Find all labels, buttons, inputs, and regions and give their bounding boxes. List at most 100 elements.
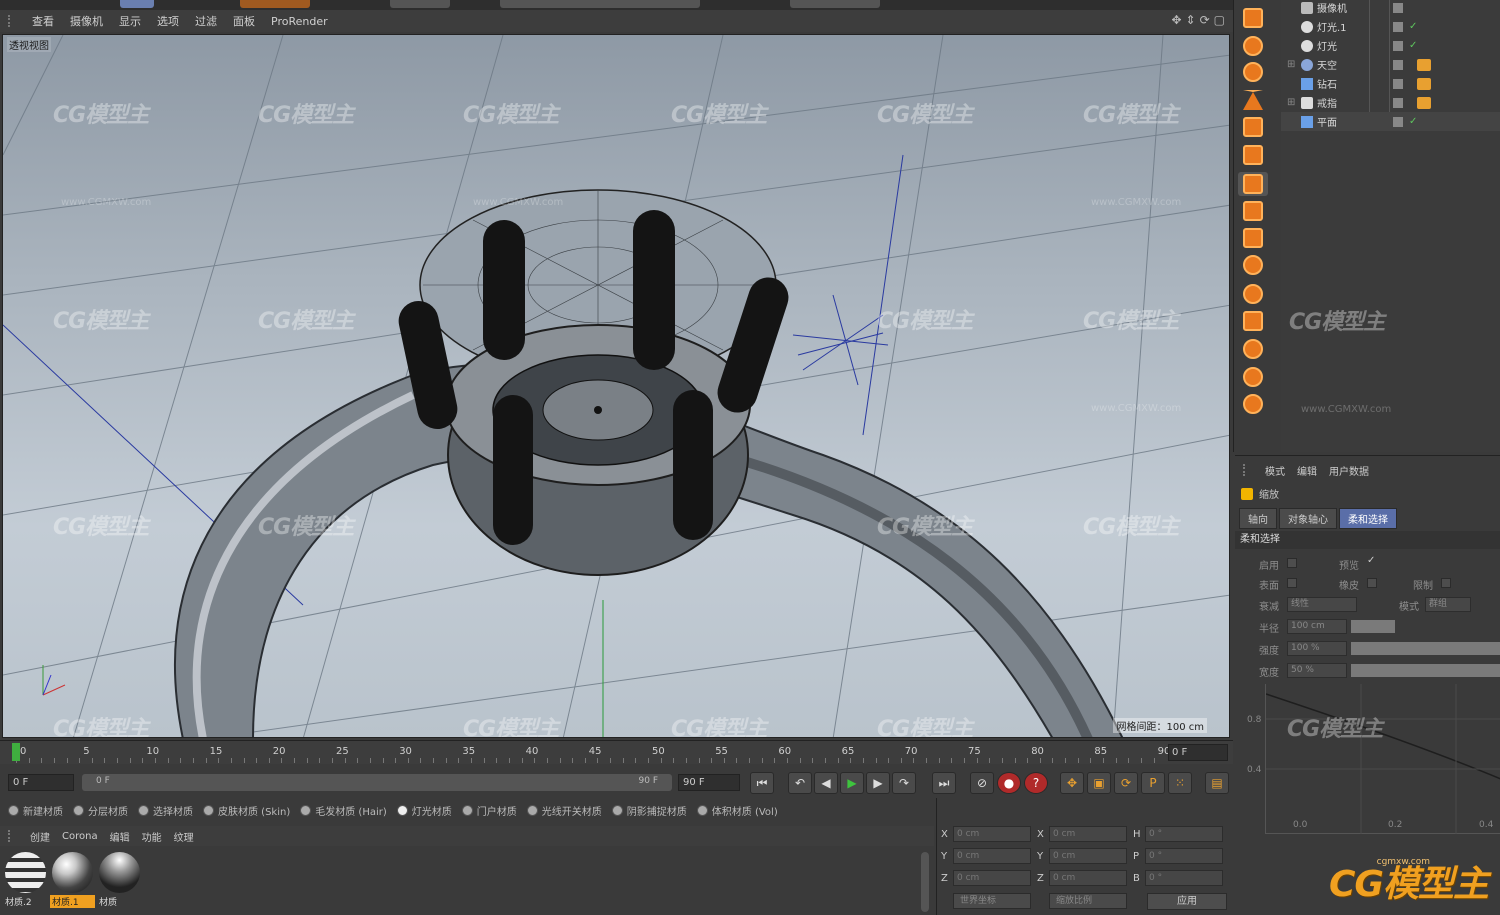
strength-slider[interactable] [1351,642,1500,655]
coordinate-space-select[interactable]: 世界坐标 [953,893,1031,909]
visibility-toggle[interactable] [1393,40,1403,51]
falloff-graph[interactable] [1265,684,1500,834]
settings-tool[interactable] [1238,337,1268,361]
material-tag-icon[interactable] [1417,58,1431,71]
restrict-checkbox[interactable] [1441,578,1451,588]
material-tag-icon[interactable] [1417,77,1431,90]
falloff-select[interactable]: 线性 [1287,597,1357,612]
record-button[interactable]: ● [997,772,1021,794]
object-row[interactable]: 摄像机 [1281,0,1500,17]
timeline-playhead[interactable] [12,743,20,761]
node-tool[interactable] [1238,226,1268,250]
menu-edit[interactable]: 编辑 [104,829,136,844]
start-frame-field[interactable]: 0 F [8,774,74,791]
tab-soft-selection[interactable]: 柔和选择 [1339,508,1397,529]
toolbar-button[interactable] [790,0,880,8]
expand-icon[interactable]: ⊞ [1287,97,1297,108]
radius-slider[interactable] [1351,620,1395,633]
menu-options[interactable]: 选项 [149,13,187,29]
select-material-button[interactable]: 选择材质 [138,803,193,818]
sun-tool[interactable] [1238,34,1268,58]
position-field[interactable]: 0 cm [953,848,1031,864]
menu-create[interactable]: 创建 [24,829,56,844]
surface-checkbox[interactable] [1287,578,1297,588]
visibility-toggle[interactable] [1393,97,1403,108]
skin-material-button[interactable]: 皮肤材质 (Skin) [203,803,290,818]
visibility-toggle[interactable] [1393,21,1403,32]
material-scrollbar[interactable] [921,852,929,912]
mode-select[interactable]: 群组 [1425,597,1471,612]
ray-switch-material-button[interactable]: 光线开关材质 [526,803,602,818]
light-tool[interactable] [1238,60,1268,84]
menu-userdata[interactable]: 用户数据 [1323,463,1375,478]
menu-camera[interactable]: 摄像机 [62,13,111,29]
play-button[interactable]: ▶ [840,772,864,794]
new-material-button[interactable]: 新建材质 [8,803,63,818]
tab-axis[interactable]: 轴向 [1239,508,1277,529]
timeline-ruler[interactable]: 0 5 10 15 20 25 30 35 40 45 50 55 60 65 70 75 80 85 90 [12,743,1170,763]
help-tool[interactable] [1238,365,1268,389]
timeline[interactable]: 0 5 10 15 20 25 30 35 40 45 50 55 60 65 70 75 80 85 90 0 F [0,740,1233,764]
menu-display[interactable]: 显示 [111,13,149,29]
sync-tool[interactable] [1238,392,1268,416]
rubber-checkbox[interactable] [1367,578,1377,588]
light-material-button[interactable]: 灯光材质 [396,803,452,818]
rotate-view-icon[interactable]: ⟳ [1200,13,1210,27]
toolbar-button[interactable] [390,0,450,8]
preview-check-icon[interactable]: ✓ [1367,555,1375,566]
strength-field[interactable]: 100 % [1287,641,1347,656]
portal-material-button[interactable]: 门户材质 [461,803,517,818]
material-swatch[interactable]: 材质.1 [50,850,95,908]
rotation-field[interactable]: 0 ° [1145,848,1223,864]
paint-tool[interactable] [1238,143,1268,167]
size-field[interactable]: 0 cm [1049,826,1127,842]
size-mode-select[interactable]: 缩放比例 [1049,893,1127,909]
refresh-tool[interactable] [1238,253,1268,277]
toolbar-button[interactable] [500,0,700,8]
toolbar-button[interactable] [240,0,310,8]
prev-key-button[interactable]: ↶ [788,772,812,794]
render-settings-tool[interactable] [1238,309,1268,333]
tab-object-axis[interactable]: 对象轴心 [1279,508,1337,529]
menu-texture[interactable]: 纹理 [168,829,200,844]
object-row[interactable]: ⊞ 戒指 [1281,93,1500,112]
drag-grip[interactable] [8,15,18,27]
width-field[interactable]: 50 % [1287,663,1347,678]
visibility-toggle[interactable] [1393,59,1403,70]
camera-tool[interactable] [1238,115,1268,139]
perspective-viewport[interactable]: 透视视图 网格间距：100 cm CG模型主 CG模型主 CG模型主 CG模型主… [2,34,1230,738]
object-row[interactable]: 钻石 [1281,74,1500,93]
dolly-view-icon[interactable]: ⇕ [1186,13,1196,27]
material-swatch[interactable]: 材质 [97,850,142,908]
rotation-field[interactable]: 0 ° [1145,826,1223,842]
menu-prorender[interactable]: ProRender [263,15,336,28]
radius-field[interactable]: 100 cm [1287,619,1347,634]
menu-panel[interactable]: 面板 [225,13,263,29]
menu-mode[interactable]: 模式 [1259,463,1291,478]
visibility-toggle[interactable] [1393,2,1403,13]
enable-checkbox[interactable] [1287,558,1297,568]
interactive-render-tool[interactable] [1238,282,1268,306]
material-swatch[interactable]: 材质.2 [3,850,48,908]
menu-function[interactable]: 功能 [136,829,168,844]
move-view-icon[interactable]: ✥ [1171,13,1181,27]
layered-material-button[interactable]: 分层材质 [73,803,128,818]
size-field[interactable]: 0 cm [1049,870,1127,886]
cone-tool[interactable] [1238,88,1268,112]
apply-button[interactable]: 应用 [1147,893,1227,910]
next-frame-button[interactable]: ▶ [866,772,890,794]
go-to-start-button[interactable]: ⏮ [750,772,774,794]
maximize-view-icon[interactable]: ▢ [1214,13,1225,27]
menu-filter[interactable]: 过滤 [187,13,225,29]
key-position-button[interactable]: ✥ [1060,772,1084,794]
record-disabled-button[interactable]: ⊘ [970,772,994,794]
menu-view[interactable]: 查看 [24,13,62,29]
object-row[interactable]: 平面 ✓ [1281,112,1500,131]
expand-icon[interactable]: ⊞ [1287,59,1297,70]
prev-frame-button[interactable]: ◀ [814,772,838,794]
toolbar-button[interactable] [120,0,154,8]
timeline-window-button[interactable]: ▤ [1205,772,1229,794]
size-field[interactable]: 0 cm [1049,848,1127,864]
volume-material-button[interactable]: 体积材质 (Vol) [696,803,778,818]
shadow-catcher-material-button[interactable]: 阴影捕捉材质 [611,803,687,818]
